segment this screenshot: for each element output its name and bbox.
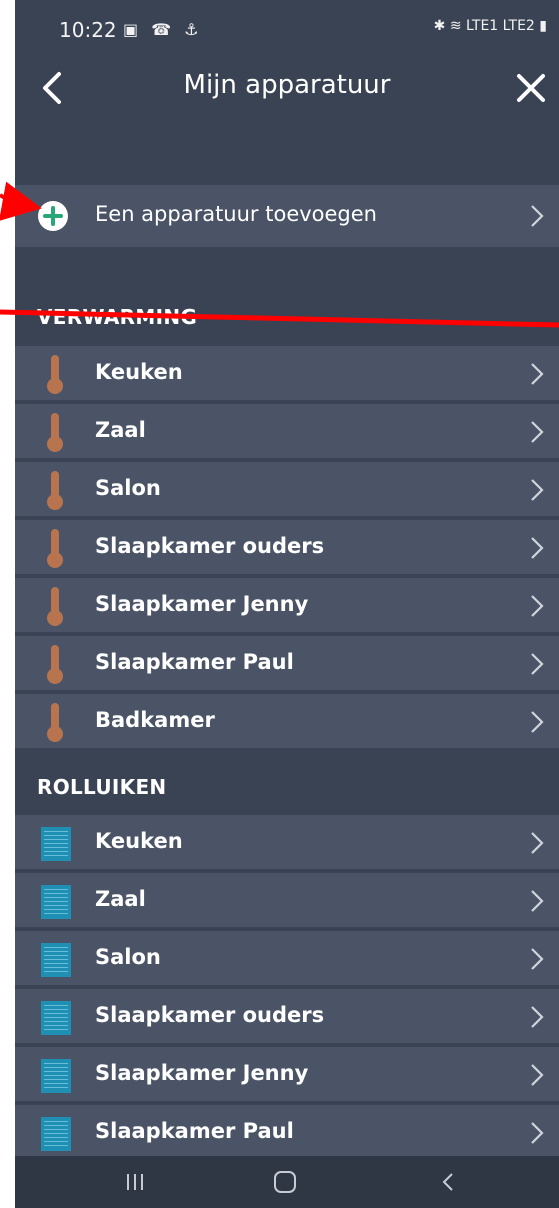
section-heading-shutters: ROLLUIKEN [37, 775, 167, 799]
shutter-icon [41, 1059, 71, 1093]
thermometer-icon [47, 645, 63, 684]
chevron-right-icon [531, 595, 544, 617]
shutter-icon [41, 1117, 71, 1151]
row-label: Slaapkamer Paul [95, 1119, 294, 1143]
chevron-right-icon [531, 653, 544, 675]
thermometer-icon [47, 587, 63, 626]
android-nav-bar [15, 1156, 559, 1208]
chevron-right-icon [531, 205, 544, 227]
header: Mijn apparatuur [15, 58, 559, 118]
thermometer-icon [47, 413, 63, 452]
add-device-button[interactable]: Een apparatuur toevoegen [15, 185, 559, 247]
nav-back-icon[interactable] [438, 1168, 458, 1196]
chevron-right-icon [531, 948, 544, 970]
status-system-icons: ✱ ≋ LTE1 LTE2 ▮ [434, 18, 547, 34]
add-device-label: Een apparatuur toevoegen [95, 202, 377, 226]
home-icon[interactable] [270, 1168, 300, 1196]
thermometer-icon [47, 703, 63, 742]
status-time: 10:22 [59, 18, 117, 42]
shutter-icon [41, 943, 71, 977]
row-label: Salon [95, 945, 161, 969]
chevron-right-icon [531, 832, 544, 854]
plus-circle-icon [38, 201, 68, 231]
row-label: Keuken [95, 829, 183, 853]
status-right-icons-text: ✱ ≋ LTE1 LTE2 ▮ [433, 18, 547, 34]
recent-apps-icon[interactable] [123, 1168, 147, 1196]
row-label: Keuken [95, 360, 183, 384]
chevron-right-icon [531, 479, 544, 501]
shutters-row-keuken[interactable]: Keuken [15, 815, 559, 871]
chevron-right-icon [531, 1064, 544, 1086]
chevron-right-icon [531, 421, 544, 443]
heating-row-keuken[interactable]: Keuken [15, 346, 559, 402]
chevron-right-icon [531, 1122, 544, 1144]
status-notification-icons: ▣ ☎ ⚓ [123, 20, 203, 39]
thermometer-icon [47, 355, 63, 394]
heating-row-slaapkamer-paul[interactable]: Slaapkamer Paul [15, 636, 559, 692]
row-label: Salon [95, 476, 161, 500]
row-label: Zaal [95, 887, 146, 911]
chevron-right-icon [531, 711, 544, 733]
row-label: Slaapkamer Jenny [95, 592, 309, 616]
row-label: Slaapkamer Jenny [95, 1061, 309, 1085]
page-title: Mijn apparatuur [183, 70, 391, 100]
row-label: Zaal [95, 418, 146, 442]
close-icon [517, 74, 545, 102]
thermometer-icon [47, 471, 63, 510]
heating-row-salon[interactable]: Salon [15, 462, 559, 518]
heating-row-zaal[interactable]: Zaal [15, 404, 559, 460]
thermometer-icon [47, 529, 63, 568]
shutter-icon [41, 885, 71, 919]
row-label: Slaapkamer ouders [95, 534, 325, 558]
chevron-right-icon [531, 1006, 544, 1028]
shutters-row-zaal[interactable]: Zaal [15, 873, 559, 929]
shutter-icon [41, 827, 71, 861]
chevron-right-icon [531, 890, 544, 912]
shutters-row-slaapkamer-ouders[interactable]: Slaapkamer ouders [15, 989, 559, 1045]
chevron-right-icon [531, 363, 544, 385]
shutter-icon [41, 1001, 71, 1035]
heating-row-slaapkamer-jenny[interactable]: Slaapkamer Jenny [15, 578, 559, 634]
row-label: Slaapkamer ouders [95, 1003, 325, 1027]
shutters-row-salon[interactable]: Salon [15, 931, 559, 987]
heating-row-badkamer[interactable]: Badkamer [15, 694, 559, 750]
shutters-row-slaapkamer-paul[interactable]: Slaapkamer Paul [15, 1105, 559, 1161]
shutters-row-slaapkamer-jenny[interactable]: Slaapkamer Jenny [15, 1047, 559, 1103]
chevron-right-icon [531, 537, 544, 559]
section-heading-heating: VERWARMING [37, 305, 198, 329]
row-label: Badkamer [95, 708, 215, 732]
close-button[interactable] [509, 66, 553, 110]
app-screen: 10:22 ▣ ☎ ⚓ ✱ ≋ LTE1 LTE2 ▮ Mijn apparat… [15, 0, 559, 1208]
status-bar: 10:22 ▣ ☎ ⚓ ✱ ≋ LTE1 LTE2 ▮ [15, 0, 559, 58]
heating-row-slaapkamer-ouders[interactable]: Slaapkamer ouders [15, 520, 559, 576]
row-label: Slaapkamer Paul [95, 650, 294, 674]
